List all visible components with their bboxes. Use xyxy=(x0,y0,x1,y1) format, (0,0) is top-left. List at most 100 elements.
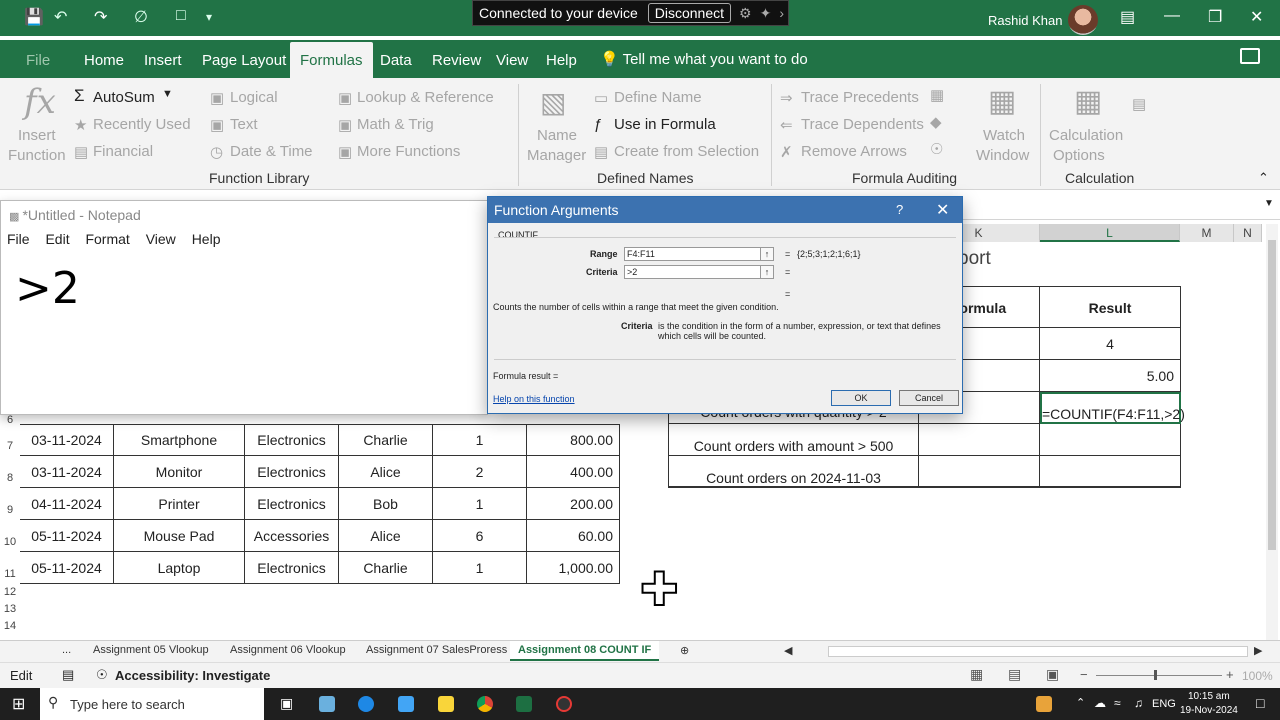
category-cell[interactable]: Electronics xyxy=(245,488,339,520)
notifications-icon[interactable]: □ xyxy=(1256,695,1264,711)
rep-cell[interactable]: Charlie xyxy=(339,424,433,456)
sheet-tab-active[interactable]: Assignment 08 COUNT IF xyxy=(510,641,660,661)
category-cell[interactable]: Electronics xyxy=(245,552,339,584)
tab-formulas[interactable]: Formulas xyxy=(290,42,373,79)
scroll-right-icon[interactable]: ▶ xyxy=(1254,644,1262,657)
vertical-scrollbar[interactable] xyxy=(1266,224,1278,640)
tab-review[interactable]: Review xyxy=(432,52,481,69)
windows-start-icon[interactable]: ⊞ xyxy=(12,694,25,714)
tab-page-layout[interactable]: Page Layout xyxy=(202,52,286,69)
date-cell[interactable]: 03-11-2024 xyxy=(20,456,114,488)
disconnect-button[interactable]: Disconnect xyxy=(647,3,732,23)
notepad-menu-view[interactable]: View xyxy=(146,231,176,247)
trace-precedents-button[interactable]: Trace Precedents xyxy=(801,89,919,106)
tab-home[interactable]: Home xyxy=(84,52,124,69)
clock-date[interactable]: 19-Nov-2024 xyxy=(1180,705,1238,716)
zoom-out-icon[interactable]: − xyxy=(1080,667,1088,682)
notepad-menu-format[interactable]: Format xyxy=(85,231,129,247)
chevron-down-icon[interactable]: ▼ xyxy=(162,88,173,100)
wifi-icon[interactable]: ≈ xyxy=(1114,696,1121,710)
tab-file[interactable]: File xyxy=(26,52,50,69)
notepad-window[interactable]: ▩ *Untitled - Notepad File Edit Format V… xyxy=(0,200,488,415)
lookup-reference-button[interactable]: Lookup & Reference xyxy=(357,89,494,106)
amount-cell[interactable]: 1,000.00 xyxy=(527,552,620,584)
sheet-tab-more[interactable]: ... xyxy=(62,644,71,656)
calc-options-label-1[interactable]: Calculation xyxy=(1049,127,1123,144)
notepad-menu-file[interactable]: File xyxy=(7,231,30,247)
scroll-left-icon[interactable]: ◀ xyxy=(784,644,792,657)
date-time-button[interactable]: Date & Time xyxy=(230,143,313,160)
accessibility-status[interactable]: Accessibility: Investigate xyxy=(115,668,270,683)
format-painter-icon[interactable]: ∅ xyxy=(134,7,148,27)
recorder-icon[interactable] xyxy=(556,696,572,712)
amount-cell[interactable]: 400.00 xyxy=(527,456,620,488)
row-number[interactable]: 7 xyxy=(0,440,20,452)
tell-me-search[interactable]: 💡 Tell me what you want to do xyxy=(600,50,808,68)
criteria-collapse-button[interactable]: ↑ xyxy=(760,265,774,279)
close-icon[interactable]: ✕ xyxy=(1250,7,1263,27)
column-header-l[interactable]: L xyxy=(1040,224,1180,242)
user-name[interactable]: Rashid Khan xyxy=(988,13,1062,28)
task-view-icon[interactable]: ▣ xyxy=(280,695,293,712)
sheet-tab[interactable]: Assignment 06 Vlookup xyxy=(230,644,346,656)
date-cell[interactable]: 04-11-2024 xyxy=(20,488,114,520)
rep-cell[interactable]: Charlie xyxy=(339,552,433,584)
qty-cell[interactable]: 1 xyxy=(433,552,527,584)
logical-button[interactable]: Logical xyxy=(230,89,278,106)
zoom-level[interactable]: 100% xyxy=(1242,669,1273,683)
clock-time[interactable]: 10:15 am xyxy=(1188,691,1230,702)
sheet-tab[interactable]: Assignment 07 SalesProress xyxy=(366,644,507,656)
define-name-button[interactable]: Define Name xyxy=(614,89,702,106)
calculate-now-icon[interactable]: ▤ xyxy=(1132,95,1146,113)
product-cell[interactable]: Mouse Pad xyxy=(114,520,245,552)
chevron-right-icon[interactable]: › xyxy=(775,5,788,21)
rep-cell[interactable]: Bob xyxy=(339,488,433,520)
normal-view-icon[interactable]: ▦ xyxy=(970,666,983,683)
error-checking-icon[interactable]: ◆ xyxy=(930,113,942,131)
criteria-input[interactable]: >2 xyxy=(624,265,774,279)
trace-dependents-button[interactable]: Trace Dependents xyxy=(801,116,924,133)
date-cell[interactable]: 03-11-2024 xyxy=(20,424,114,456)
save-icon[interactable]: 💾 xyxy=(24,7,44,27)
report-label-cell[interactable]: Count orders on 2024-11-03 xyxy=(668,456,919,488)
notepad-text-area[interactable]: >2 xyxy=(15,263,80,314)
weather-icon[interactable] xyxy=(1036,696,1052,712)
date-cell[interactable]: 05-11-2024 xyxy=(20,552,114,584)
category-cell[interactable]: Electronics xyxy=(245,424,339,456)
category-cell[interactable]: Electronics xyxy=(245,456,339,488)
report-header-result[interactable]: Result xyxy=(1040,286,1181,328)
volume-icon[interactable]: ♫ xyxy=(1134,696,1143,710)
name-manager-label-1[interactable]: Name xyxy=(537,127,577,144)
chrome-icon[interactable] xyxy=(477,696,493,712)
macro-record-icon[interactable]: ▤ xyxy=(62,667,74,683)
text-button[interactable]: Text xyxy=(230,116,258,133)
ok-button[interactable]: OK xyxy=(831,390,891,406)
rep-cell[interactable]: Alice xyxy=(339,520,433,552)
zoom-slider-thumb[interactable] xyxy=(1154,670,1157,680)
product-cell[interactable]: Monitor xyxy=(114,456,245,488)
dialog-title-bar[interactable]: Function Arguments ? ✕ xyxy=(488,197,962,223)
ribbon-display-icon[interactable]: ▤ xyxy=(1120,7,1135,27)
page-layout-view-icon[interactable]: ▤ xyxy=(1008,666,1021,683)
insert-function-label-2[interactable]: Function xyxy=(8,147,66,164)
watch-window-label-2[interactable]: Window xyxy=(976,147,1029,164)
row-number[interactable]: 14 xyxy=(0,620,20,632)
use-in-formula-button[interactable]: Use in Formula xyxy=(614,116,716,133)
taskbar-search[interactable]: ⚲ Type here to search xyxy=(40,688,264,720)
qty-cell[interactable]: 6 xyxy=(433,520,527,552)
active-cell-l6[interactable]: =COUNTIF(F4:F11,>2) xyxy=(1040,392,1185,424)
product-cell[interactable]: Laptop xyxy=(114,552,245,584)
zoom-in-icon[interactable]: + xyxy=(1226,667,1234,682)
report-label-cell[interactable]: Count orders with amount > 500 xyxy=(668,424,919,456)
notepad-app-icon[interactable] xyxy=(319,696,335,712)
evaluate-formula-icon[interactable]: ☉ xyxy=(930,140,943,158)
network-icon[interactable]: ☁ xyxy=(1094,696,1106,710)
notepad-menu-edit[interactable]: Edit xyxy=(45,231,69,247)
excel-icon[interactable] xyxy=(516,696,532,712)
tab-insert[interactable]: Insert xyxy=(144,52,182,69)
insert-function-label-1[interactable]: Insert xyxy=(18,127,56,144)
tab-help[interactable]: Help xyxy=(546,52,577,69)
rep-cell[interactable]: Alice xyxy=(339,456,433,488)
show-hidden-icons-icon[interactable]: ⌃ xyxy=(1076,696,1085,709)
tab-view[interactable]: View xyxy=(496,52,528,69)
